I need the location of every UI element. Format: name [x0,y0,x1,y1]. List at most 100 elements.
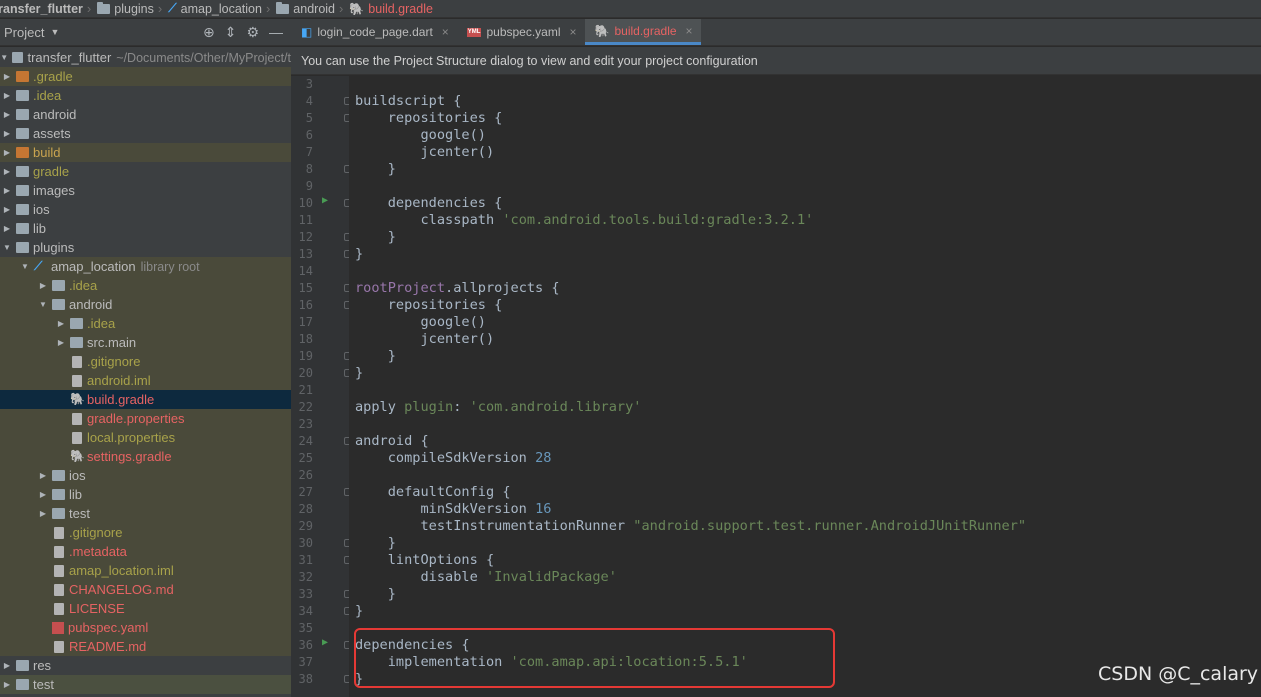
code-line: } [355,348,396,365]
tree-item[interactable]: CHANGELOG.md [0,580,291,599]
close-icon[interactable]: × [570,25,577,39]
line-number: 13 [298,247,313,261]
run-gutter-icon[interactable]: ▶ [322,195,328,206]
breadcrumb-label: amap_location [180,1,262,16]
line-number: 14 [298,264,313,278]
tree-item[interactable]: ▶ .idea [0,314,291,333]
code-line: dependencies { [355,195,503,212]
editor-tab[interactable]: YML pubspec.yaml × [457,19,585,45]
chevron-right-icon[interactable]: ▶ [2,661,12,670]
tree-item[interactable]: ▶ ios [0,200,291,219]
locate-target-icon[interactable]: ⊕ [203,24,215,41]
file-icon [72,355,82,368]
breadcrumb-item[interactable]: plugins [95,1,154,16]
tree-item[interactable]: ▶ assets [0,124,291,143]
tree-item[interactable]: ▼ transfer_flutter ~/Documents/Other/MyPro… [0,48,291,67]
gutter-line: 38 [291,671,352,688]
gutter-line: 17 [291,314,349,331]
chevron-right-icon[interactable]: ▶ [56,338,66,347]
line-number: 19 [298,349,313,363]
line-number: 34 [298,604,313,618]
chevron-right-icon[interactable]: ▶ [2,224,12,233]
tree-item[interactable]: ▶ test [0,504,291,523]
tree-item[interactable]: ▼ ⟋ amap_location library root [0,257,291,276]
breadcrumb-item[interactable]: android [274,1,335,16]
gutter-line: 3 [291,76,349,93]
chevron-right-icon[interactable]: ▶ [38,471,48,480]
gutter-line: 15 [291,280,352,297]
tree-item-label: .gitignore [69,525,123,540]
chevron-right-icon[interactable]: ▶ [2,148,12,157]
tree-item[interactable]: ▼ android [0,295,291,314]
editor-tab[interactable]: 🐘 build.gradle × [584,19,701,45]
code-token: .allprojects { [445,280,560,296]
tree-item[interactable]: ▼ plugins [0,238,291,257]
breadcrumb-item[interactable]: transfer_flutter [0,2,83,16]
chevron-down-icon[interactable]: ▼ [0,53,8,62]
tree-item[interactable]: ▶ android [0,105,291,124]
tree-item[interactable]: android.iml [0,371,291,390]
gutter-line: 5 [291,110,352,127]
gear-icon[interactable]: ⚙ [246,24,259,41]
gutter-line: 21 [291,382,349,399]
tree-item-label: src.main [87,335,137,350]
chevron-right-icon[interactable]: ▶ [38,490,48,499]
chevron-right-icon[interactable]: ▶ [2,205,12,214]
breadcrumb-item[interactable]: 🐘 build.gradle [347,2,433,16]
breadcrumb-item[interactable]: ⟋ amap_location [166,1,262,16]
tree-item[interactable]: ▶ lib [0,485,291,504]
tree-item[interactable]: ▶ .idea [0,86,291,105]
line-number: 9 [305,179,313,193]
chevron-right-icon[interactable]: ▶ [2,186,12,195]
chevron-right-icon[interactable]: ▶ [56,319,66,328]
tree-item[interactable]: local.properties [0,428,291,447]
chevron-down-icon[interactable]: ▼ [50,27,59,37]
folder-icon [16,128,29,139]
tree-item[interactable]: ▶ lib [0,219,291,238]
chevron-right-icon[interactable]: ▶ [38,281,48,290]
tree-item-label: LICENSE [69,601,125,616]
tree-item[interactable]: 🐘 build.gradle [0,390,291,409]
gutter-line: 36 ▶ [291,637,352,654]
tree-item[interactable]: ▶ ios [0,466,291,485]
chevron-down-icon[interactable]: ▼ [38,300,48,309]
tree-item[interactable]: ▶ src.main [0,333,291,352]
tree-item[interactable]: .gitignore [0,523,291,542]
chevron-down-icon[interactable]: ▼ [2,243,12,252]
hide-panel-icon[interactable]: — [269,24,283,41]
folder-icon [16,109,29,120]
chevron-right-icon[interactable]: ▶ [2,72,12,81]
close-icon[interactable]: × [686,24,693,38]
tree-item[interactable]: .gitignore [0,352,291,371]
dart-file-icon: ◧ [301,25,313,39]
code-editor[interactable]: buildscript { repositories { google() jc… [349,76,1261,697]
gutter-line: 7 [291,144,349,161]
tree-item[interactable]: ▶ res [0,656,291,675]
chevron-down-icon[interactable]: ▼ [20,262,30,271]
tree-item[interactable]: README.md [0,637,291,656]
tree-item[interactable]: gradle.properties [0,409,291,428]
editor-tab[interactable]: ◧ login_code_page.dart × [291,19,457,45]
collapse-all-icon[interactable]: ⇕ [225,24,237,41]
tree-item[interactable]: 🐘 settings.gradle [0,447,291,466]
tree-item[interactable]: pubspec.yaml [0,618,291,637]
tree-item[interactable]: ▶ gradle [0,162,291,181]
chevron-right-icon[interactable]: ▶ [2,129,12,138]
chevron-right-icon[interactable]: ▶ [38,509,48,518]
project-view-selector[interactable]: Project [4,25,44,40]
tree-item[interactable]: ▶ .idea [0,276,291,295]
tree-item[interactable]: .metadata [0,542,291,561]
chevron-right-icon[interactable]: ▶ [2,91,12,100]
run-gutter-icon[interactable]: ▶ [322,637,328,648]
tree-item[interactable]: LICENSE [0,599,291,618]
tree-item[interactable]: amap_location.iml [0,561,291,580]
file-icon [72,431,82,444]
tree-item[interactable]: ▶ .gradle [0,67,291,86]
chevron-right-icon[interactable]: ▶ [2,167,12,176]
tree-item[interactable]: ▶ build [0,143,291,162]
chevron-right-icon[interactable]: ▶ [2,680,12,689]
close-icon[interactable]: × [442,25,449,39]
chevron-right-icon[interactable]: ▶ [2,110,12,119]
tree-item[interactable]: ▶ images [0,181,291,200]
tree-item[interactable]: ▶ test [0,675,291,694]
